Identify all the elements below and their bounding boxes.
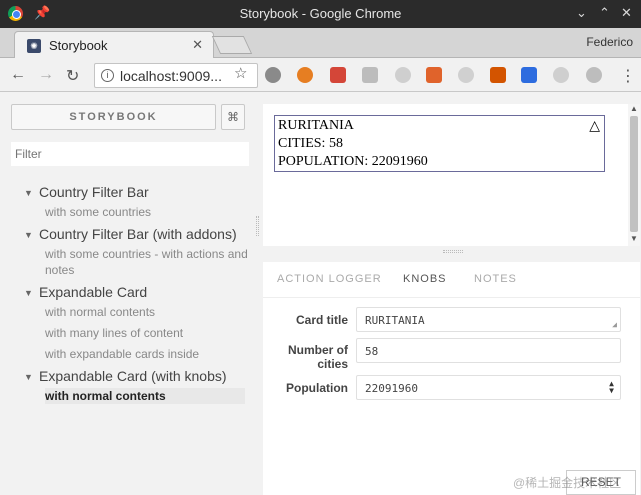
browser-toolbar: ← → ↻ i localhost:9009... ☆ ⋮ bbox=[0, 58, 641, 92]
horizontal-resize-handle[interactable] bbox=[443, 250, 463, 253]
kind-expandable-card[interactable]: ▼ Expandable Card bbox=[24, 284, 249, 301]
story-item[interactable]: with normal contents bbox=[45, 304, 249, 320]
extension-circle-icon[interactable] bbox=[395, 67, 411, 83]
story-item[interactable]: with some countries bbox=[45, 204, 249, 220]
textarea-resize-icon[interactable]: ◢ bbox=[612, 320, 617, 329]
extension-orange-icon[interactable] bbox=[297, 67, 313, 83]
dropbox-icon[interactable] bbox=[362, 67, 378, 83]
maximize-icon[interactable]: ⌃ bbox=[599, 5, 610, 21]
back-arrow-icon[interactable]: ← bbox=[10, 66, 26, 84]
shortcuts-button[interactable]: ⌘ bbox=[221, 104, 245, 130]
menu-icon[interactable]: ⋮ bbox=[620, 66, 636, 86]
close-window-icon[interactable]: ✕ bbox=[621, 5, 632, 21]
url-text[interactable]: localhost:9009... bbox=[120, 68, 222, 84]
gmail-icon[interactable] bbox=[330, 67, 346, 83]
knob-label: Number of cities bbox=[288, 343, 348, 371]
extension-s-icon[interactable] bbox=[521, 67, 537, 83]
expanded-triangle-icon: ▼ bbox=[24, 230, 33, 240]
kind-country-filter-bar-addons[interactable]: ▼ Country Filter Bar (with addons) bbox=[24, 226, 249, 243]
bookmark-star-icon[interactable]: ☆ bbox=[234, 64, 247, 82]
card-cities: CITIES: 58 bbox=[278, 136, 343, 151]
scroll-down-icon[interactable]: ▼ bbox=[630, 234, 638, 243]
expand-triangle-icon[interactable]: △ bbox=[589, 118, 600, 136]
expandable-card[interactable]: RURITANIA CITIES: 58 POPULATION: 2209196… bbox=[274, 115, 605, 172]
scroll-up-icon[interactable]: ▲ bbox=[630, 104, 638, 113]
card-title-input[interactable]: RURITANIA ◢ bbox=[356, 307, 621, 332]
number-of-cities-input[interactable]: 58 bbox=[356, 338, 621, 363]
profile-name[interactable]: Federico bbox=[586, 35, 633, 49]
kind-expandable-card-knobs[interactable]: ▼ Expandable Card (with knobs) bbox=[24, 368, 249, 385]
minimize-icon[interactable]: ⌄ bbox=[576, 5, 587, 21]
window-titlebar: 📌 Storybook - Google Chrome ⌄ ⌃ ✕ bbox=[0, 0, 641, 28]
reload-icon[interactable]: ↻ bbox=[66, 66, 79, 86]
google-icon[interactable] bbox=[553, 67, 569, 83]
knob-label: Population bbox=[286, 381, 348, 395]
tab-knobs[interactable]: KNOBS bbox=[403, 273, 447, 285]
extension-gear-icon[interactable] bbox=[265, 67, 281, 83]
tab-close-icon[interactable]: ✕ bbox=[192, 37, 203, 53]
new-tab-button[interactable] bbox=[211, 36, 253, 54]
storybook-sidebar: STORYBOOK ⌘ ▼ Country Filter Bar with so… bbox=[0, 92, 257, 495]
addon-tabs: ACTION LOGGER KNOBS NOTES bbox=[263, 262, 640, 298]
population-input[interactable]: 22091960 ▲ ▼ bbox=[356, 375, 621, 400]
watermark-text: @稀土掘金技术社区 bbox=[513, 476, 622, 490]
browser-tab-storybook[interactable]: ✺ Storybook ✕ bbox=[14, 31, 214, 58]
extension-red-icon[interactable] bbox=[426, 67, 442, 83]
forward-arrow-icon[interactable]: → bbox=[38, 66, 54, 84]
filter-input[interactable] bbox=[11, 142, 249, 166]
preview-iframe: RURITANIA CITIES: 58 POPULATION: 2209196… bbox=[263, 104, 628, 246]
vertical-resize-handle[interactable] bbox=[256, 216, 259, 236]
storybook-favicon-icon: ✺ bbox=[27, 39, 41, 53]
story-item-selected[interactable]: with normal contents bbox=[45, 388, 245, 404]
storybook-brand-button[interactable]: STORYBOOK bbox=[11, 104, 216, 130]
tab-notes[interactable]: NOTES bbox=[474, 273, 517, 285]
expanded-triangle-icon: ▼ bbox=[24, 288, 33, 298]
story-item[interactable]: with expandable cards inside bbox=[45, 346, 249, 362]
window-title: Storybook - Google Chrome bbox=[239, 6, 402, 21]
expanded-triangle-icon: ▼ bbox=[24, 188, 33, 198]
knob-label: Card title bbox=[295, 313, 348, 327]
preview-scrollbar[interactable]: ▲ ▼ bbox=[628, 104, 640, 246]
tab-label: Storybook bbox=[49, 38, 108, 53]
tab-strip: ✺ Storybook ✕ Federico bbox=[0, 28, 641, 58]
stories-tree: ▼ Country Filter Bar with some countries… bbox=[24, 184, 249, 410]
card-population: POPULATION: 22091960 bbox=[278, 154, 428, 169]
card-title: RURITANIA bbox=[278, 118, 354, 133]
info-icon[interactable]: i bbox=[101, 69, 114, 82]
cors-icon[interactable] bbox=[490, 67, 506, 83]
story-item[interactable]: with many lines of content bbox=[45, 325, 249, 341]
expanded-triangle-icon: ▼ bbox=[24, 372, 33, 382]
tab-action-logger[interactable]: ACTION LOGGER bbox=[277, 273, 382, 285]
number-spinner-icon[interactable]: ▲ ▼ bbox=[609, 380, 614, 395]
kind-country-filter-bar[interactable]: ▼ Country Filter Bar bbox=[24, 184, 249, 201]
extension-bike-icon[interactable] bbox=[586, 67, 602, 83]
scrollbar-thumb[interactable] bbox=[630, 116, 638, 232]
story-item[interactable]: with some countries - with actions and n… bbox=[45, 246, 249, 278]
addon-panel: ACTION LOGGER KNOBS NOTES Card title RUR… bbox=[263, 262, 640, 495]
extension-timer-icon[interactable] bbox=[458, 67, 474, 83]
